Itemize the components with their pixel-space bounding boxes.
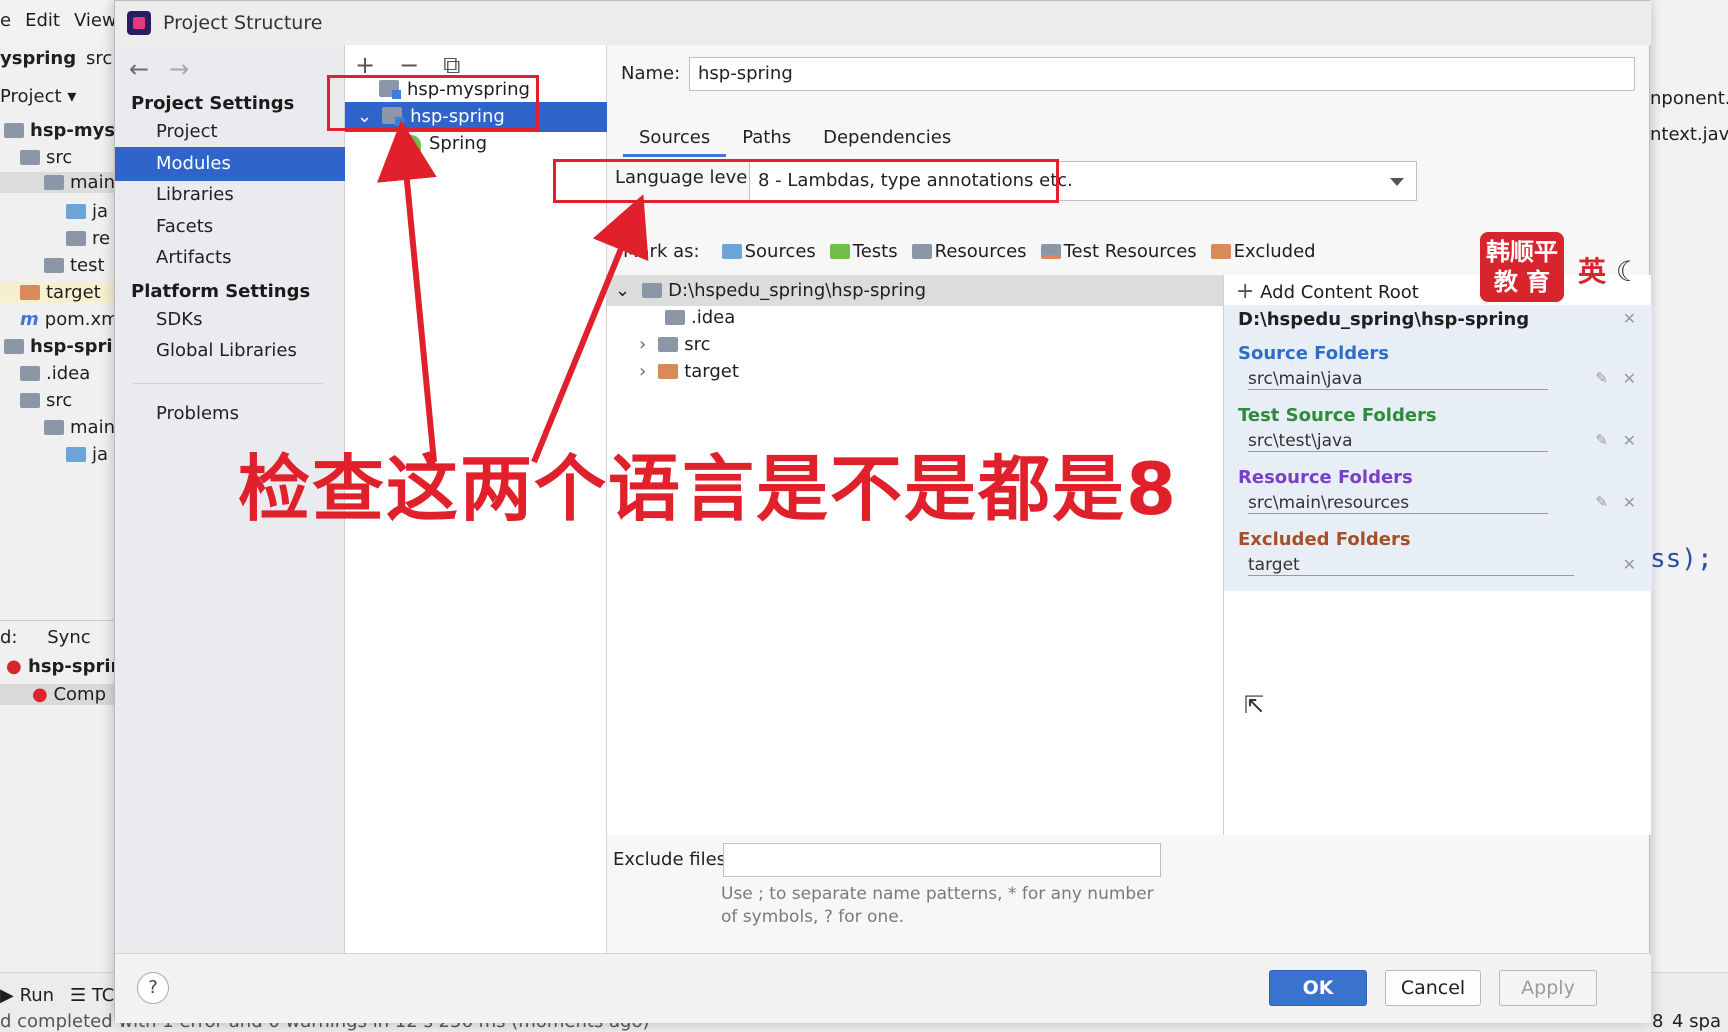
- ime-indicator-label: 英: [1578, 255, 1607, 288]
- ime-indicator[interactable]: 英 ☾: [1578, 250, 1641, 290]
- brand-line-2: 教 育: [1493, 268, 1551, 296]
- brand-line-1: 韩顺平: [1486, 238, 1558, 266]
- annotation-text: 检查这两个语言是不是都是8: [238, 447, 1179, 531]
- annotation-arrow-language-level: [531, 194, 649, 464]
- annotation-arrow-modules: [377, 120, 437, 463]
- brand-logo: 韩顺平 教 育: [1480, 232, 1564, 302]
- moon-icon: ☾: [1615, 255, 1641, 288]
